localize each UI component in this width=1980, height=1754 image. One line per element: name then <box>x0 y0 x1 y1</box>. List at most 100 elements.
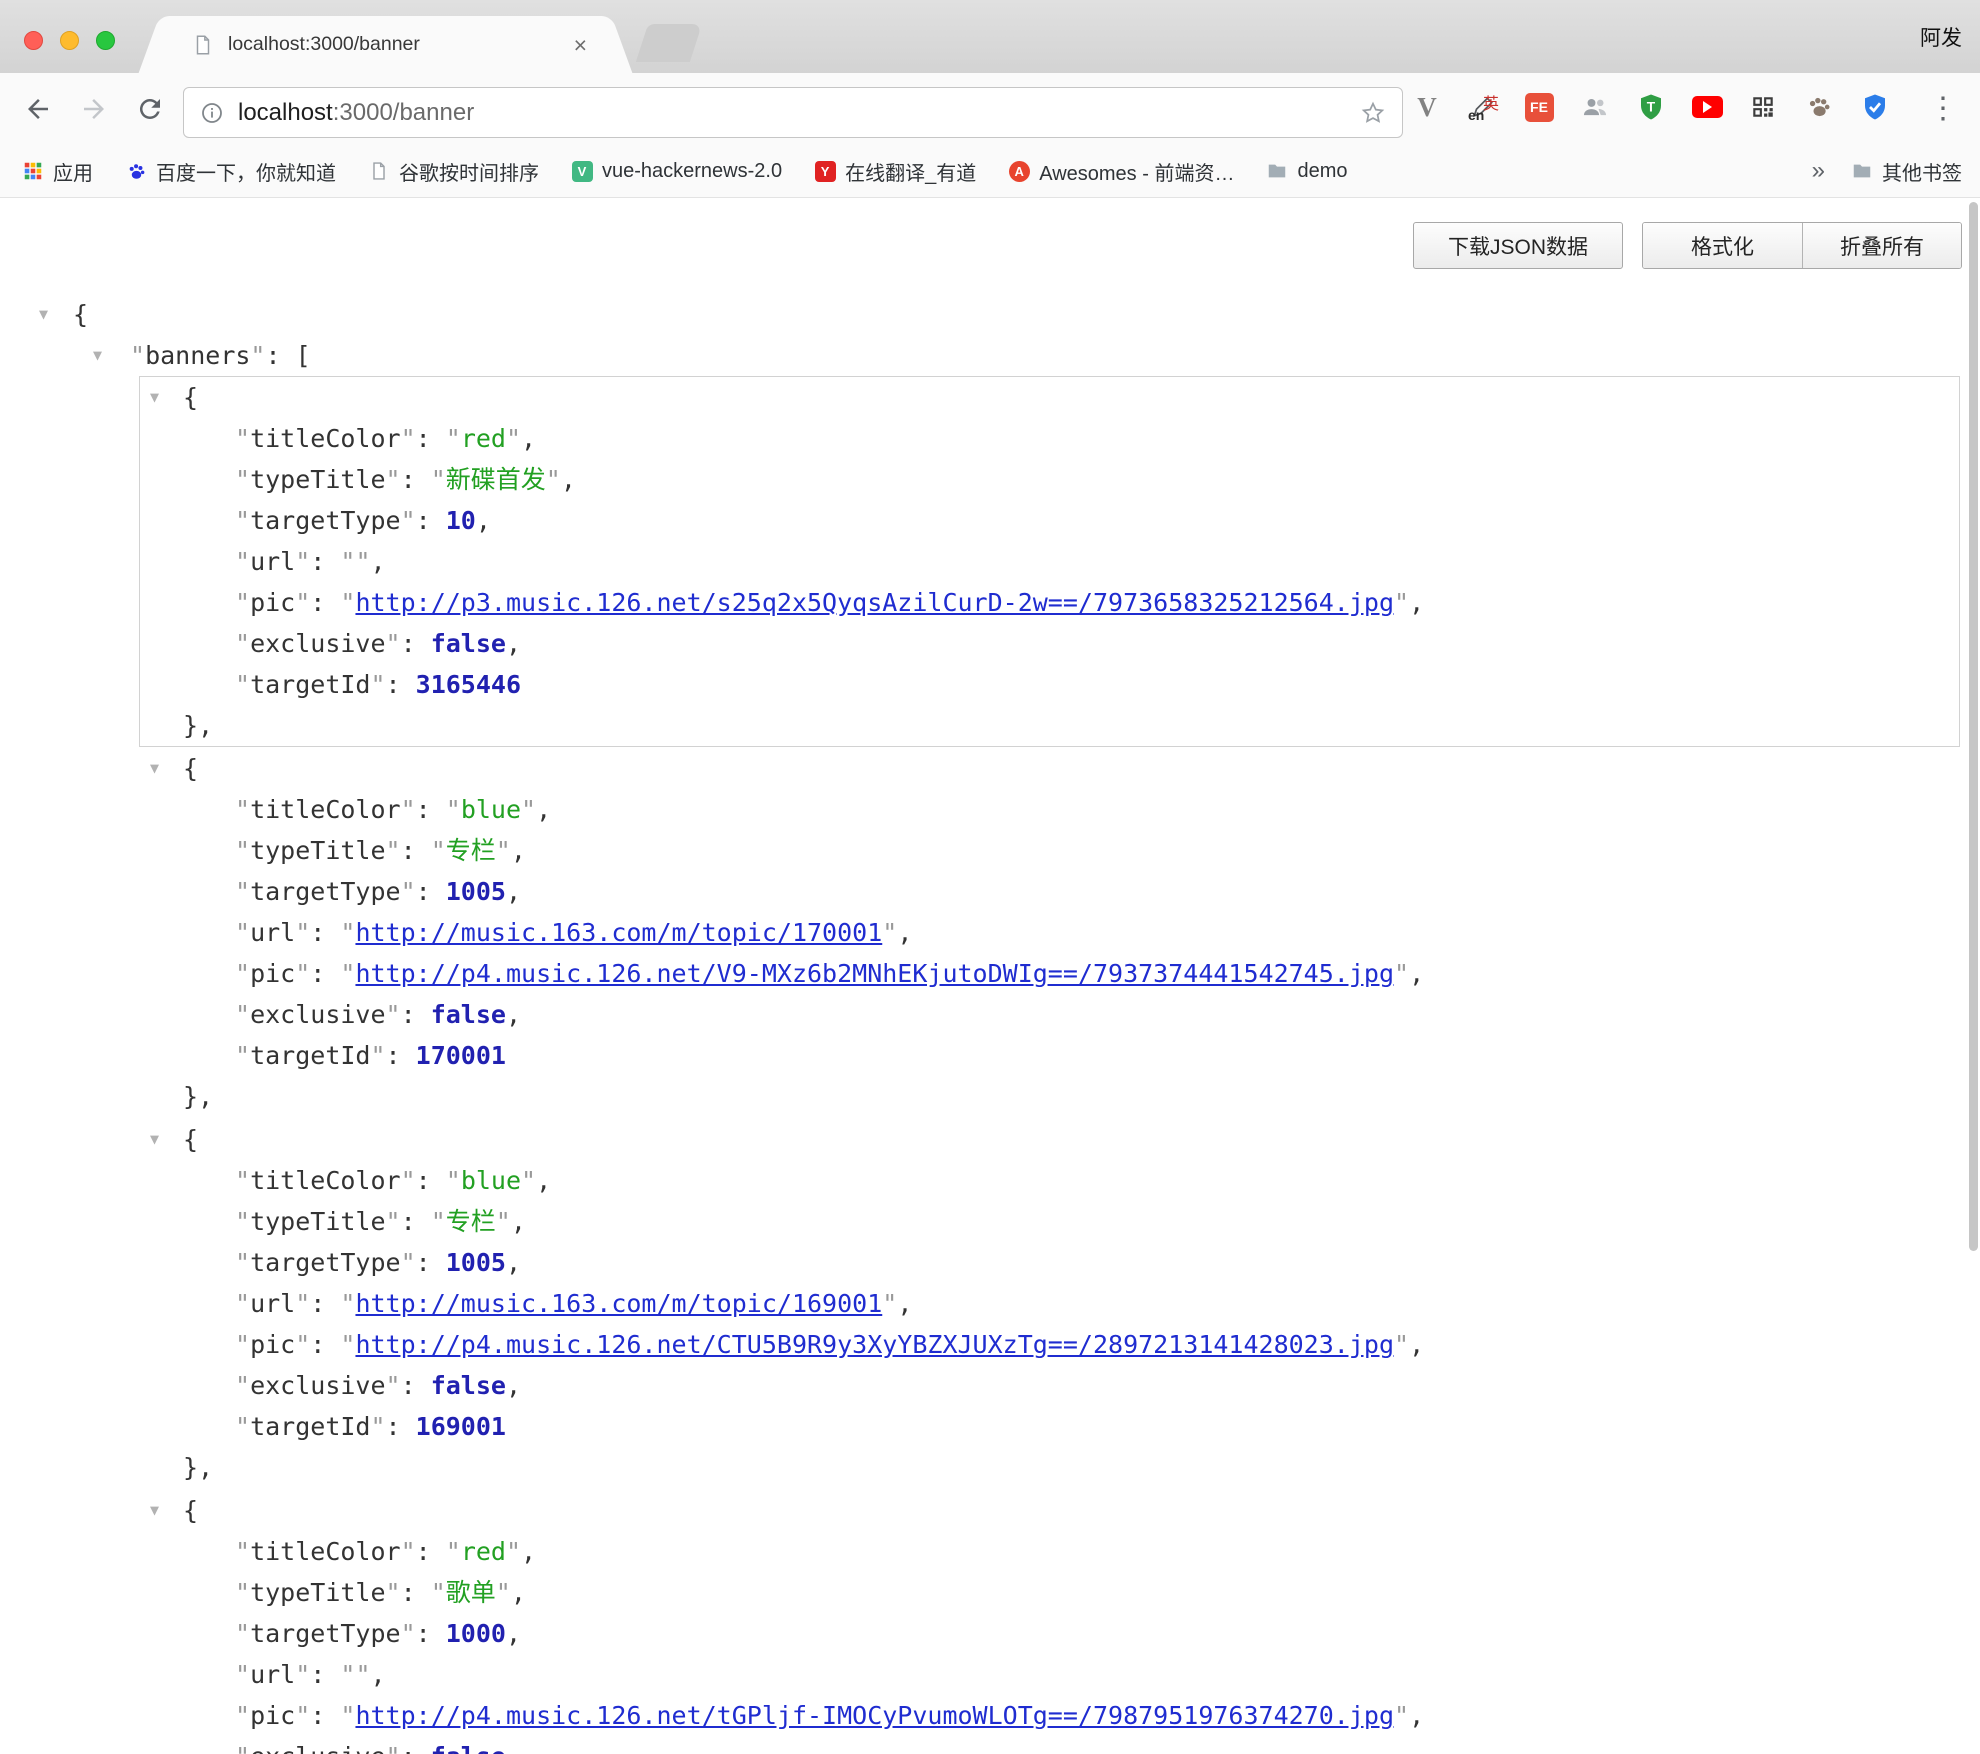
bookmark-baidu[interactable]: 百度一下，你就知道 <box>125 157 336 186</box>
tab-localhost-banner[interactable]: localhost:3000/banner × <box>164 16 607 73</box>
json-number-value: 1005 <box>446 1248 506 1277</box>
fehelper-extension-icon[interactable]: FE <box>1522 90 1556 124</box>
paw-extension-icon[interactable] <box>1802 90 1836 124</box>
quote: " <box>235 1371 250 1400</box>
json-key: pic <box>250 959 295 988</box>
quote: " <box>431 1207 446 1236</box>
tab-close-icon[interactable]: × <box>572 35 589 55</box>
json-url-link[interactable]: http://p4.music.126.net/V9-MXz6b2MNhEKju… <box>355 959 1394 988</box>
other-bookmarks-label: 其他书签 <box>1882 157 1962 186</box>
quote: " <box>295 918 310 947</box>
back-button[interactable] <box>18 89 58 129</box>
quote: " <box>235 1742 250 1754</box>
json-property-pic: "pic": "http://p4.music.126.net/V9-MXz6b… <box>140 953 1959 994</box>
awesomes-icon: A <box>1008 160 1030 182</box>
collapse-toggle-icon[interactable]: ▼ <box>150 1490 159 1531</box>
json-property-exclusive: "exclusive": false, <box>140 994 1959 1035</box>
quote: " <box>386 1578 401 1607</box>
json-url-link[interactable]: http://p4.music.126.net/tGPljf-IMOCyPvum… <box>355 1701 1394 1730</box>
colon: : <box>310 1701 340 1730</box>
colon: : <box>401 1207 431 1236</box>
bookmark-google-sort[interactable]: 谷歌按时间排序 <box>368 157 539 186</box>
fullscreen-window-button[interactable] <box>96 31 115 50</box>
collapse-toggle-icon[interactable]: ▼ <box>150 377 159 418</box>
quote: " <box>340 959 355 988</box>
qrcode-extension-icon[interactable] <box>1746 90 1780 124</box>
json-property-typeTitle: "typeTitle": "专栏", <box>140 830 1959 871</box>
quote: " <box>401 506 416 535</box>
bookmarks-overflow-chevron[interactable]: » <box>1812 157 1825 185</box>
json-string-value: 专栏 <box>446 1207 496 1236</box>
collapse-toggle-icon[interactable]: ▼ <box>93 335 102 376</box>
colon: : <box>401 836 431 865</box>
quote: " <box>295 1330 310 1359</box>
bookmark-demo-folder[interactable]: demo <box>1266 160 1347 183</box>
json-string-value: 新碟首发 <box>446 465 546 494</box>
json-key: exclusive <box>250 629 385 658</box>
json-url-link[interactable]: http://p4.music.126.net/CTU5B9R9y3XyYBZX… <box>355 1330 1394 1359</box>
object-close-line: }, <box>140 1076 1959 1117</box>
url-path: :3000/banner <box>333 99 474 126</box>
navigation-bar: localhost:3000/banner V 英 en FE T ⋮ <box>0 73 1980 145</box>
reload-button[interactable] <box>130 89 170 129</box>
folder-icon <box>1851 160 1873 182</box>
json-bool-value: false <box>431 629 506 658</box>
quote: " <box>250 341 265 370</box>
tampermonkey-shield-icon[interactable]: T <box>1634 90 1668 124</box>
comma: , <box>511 1578 526 1607</box>
translate-extension-icon[interactable]: 英 en <box>1466 90 1500 124</box>
shield-check-extension-icon[interactable] <box>1858 90 1892 124</box>
quote: " <box>496 1578 511 1607</box>
quote: " <box>235 1619 250 1648</box>
comma: , <box>506 1000 521 1029</box>
profile-name[interactable]: 阿发 <box>1920 22 1962 52</box>
bookmark-vue-hackernews[interactable]: V vue-hackernews-2.0 <box>571 160 782 183</box>
json-key: targetType <box>250 1619 401 1648</box>
minimize-window-button[interactable] <box>60 31 79 50</box>
format-button[interactable]: 格式化 <box>1643 223 1802 268</box>
quote: " <box>295 1660 310 1689</box>
bookmark-star-icon[interactable] <box>1360 100 1386 126</box>
bookmark-label: 谷歌按时间排序 <box>399 157 539 186</box>
comma: , <box>561 465 576 494</box>
youtube-extension-icon[interactable] <box>1690 90 1724 124</box>
json-url-link[interactable]: http://music.163.com/m/topic/169001 <box>355 1289 882 1318</box>
json-property-targetType: "targetType": 1005, <box>140 871 1959 912</box>
collapse-toggle-icon[interactable]: ▼ <box>39 294 48 335</box>
colon: : <box>310 1289 340 1318</box>
quote: " <box>401 1248 416 1277</box>
comma: , <box>506 877 521 906</box>
json-property-targetType: "targetType": 10, <box>140 500 1959 541</box>
collapse-toggle-icon[interactable]: ▼ <box>150 748 159 789</box>
quote: " <box>506 424 521 453</box>
bookmark-apps[interactable]: 应用 <box>22 157 93 186</box>
json-url-link[interactable]: http://p3.music.126.net/s25q2x5QyqsAzilC… <box>355 588 1394 617</box>
collapse-all-button[interactable]: 折叠所有 <box>1802 223 1961 268</box>
bookmark-awesomes[interactable]: A Awesomes - 前端资… <box>1008 157 1234 186</box>
colon: : <box>401 1742 431 1754</box>
json-property-url: "url": "", <box>140 1654 1959 1695</box>
vimium-extension-icon[interactable]: V <box>1410 90 1444 124</box>
quote: " <box>401 795 416 824</box>
colon: : <box>416 1537 446 1566</box>
page-info-icon[interactable] <box>200 101 224 125</box>
forward-button[interactable] <box>74 89 114 129</box>
bookmark-youdao[interactable]: Y 在线翻译_有道 <box>814 157 976 186</box>
address-bar[interactable]: localhost:3000/banner <box>183 87 1403 138</box>
new-tab-button[interactable] <box>636 24 702 62</box>
vertical-scrollbar-thumb[interactable] <box>1969 202 1978 1251</box>
collapse-toggle-icon[interactable]: ▼ <box>150 1119 159 1160</box>
json-banners-line: ▼"banners": [ <box>0 335 1980 376</box>
colon: : <box>416 877 446 906</box>
json-key: titleColor <box>250 795 401 824</box>
people-extension-icon[interactable] <box>1578 90 1612 124</box>
json-property-titleColor: "titleColor": "red", <box>140 1531 1959 1572</box>
other-bookmarks-folder[interactable]: 其他书签 <box>1851 157 1962 186</box>
browser-menu-icon[interactable]: ⋮ <box>1928 91 1958 126</box>
close-window-button[interactable] <box>24 31 43 50</box>
download-json-button[interactable]: 下载JSON数据 <box>1413 222 1623 269</box>
banners-list: ▼{"titleColor": "red","typeTitle": "新碟首发… <box>0 376 1980 1754</box>
json-property-url: "url": "http://music.163.com/m/topic/169… <box>140 1283 1959 1324</box>
json-url-link[interactable]: http://music.163.com/m/topic/170001 <box>355 918 882 947</box>
open-brace: { <box>73 300 88 329</box>
